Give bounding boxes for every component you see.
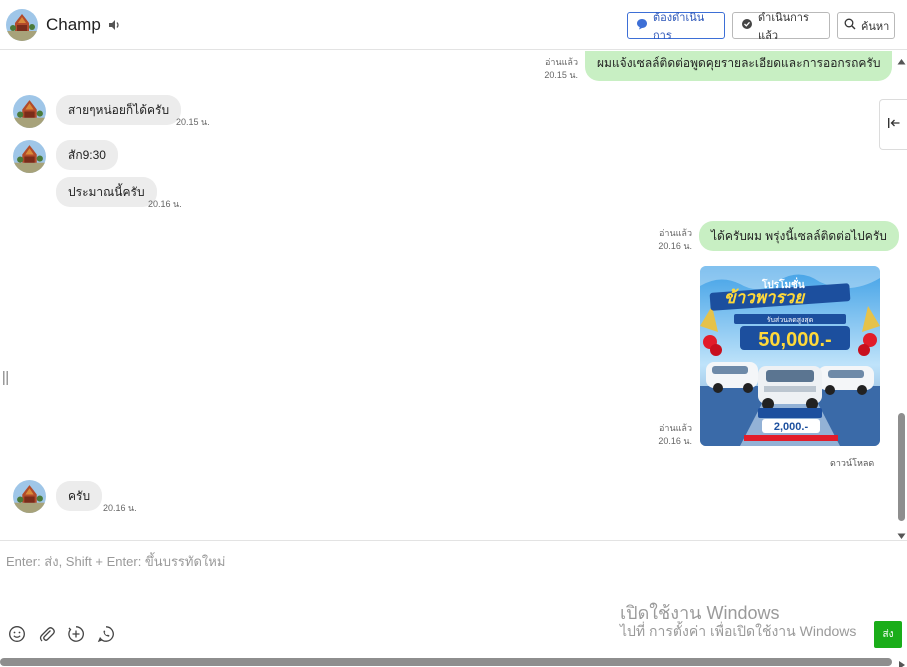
read-label: อ่านแล้ว (659, 228, 692, 238)
scroll-up-arrow[interactable] (897, 54, 906, 65)
message-text: ครับ (68, 489, 91, 503)
search-icon (844, 18, 856, 33)
sender-avatar[interactable] (13, 140, 46, 173)
done-button-label: ดำเนินการแล้ว (758, 11, 809, 42)
plus-circle-icon[interactable] (67, 625, 85, 643)
incoming-message[interactable]: สายๆหน่อยก็ได้ครับ (56, 95, 182, 125)
outgoing-message[interactable]: ผมแจ้งเซลล์ติดต่อพูดคุยรายละเอียดและการอ… (585, 51, 893, 81)
message-time: 20.16 น. (103, 503, 137, 513)
composer: เปิดใช้งาน Windows ไปที่ การตั้งค่า เพื่… (0, 540, 907, 657)
message-time: 20.16 น. (658, 436, 692, 446)
promotion-image[interactable]: โปรโมชั่น ข้าวพารวย รับส่วนลดสูงสุด 50,0… (700, 266, 880, 446)
contact-avatar[interactable] (6, 9, 38, 41)
message-text: สายๆหน่อยก็ได้ครับ (68, 103, 170, 117)
search-button[interactable]: ค้นหา (837, 12, 895, 39)
message-text: สัก9:30 (68, 148, 106, 162)
promo-headline: ข้าวพารวย (724, 288, 806, 307)
search-button-label: ค้นหา (861, 20, 890, 33)
chat-bubble-icon (636, 18, 648, 33)
collapse-panel-icon (887, 116, 901, 134)
read-receipt: อ่านแล้ว 20.16 น. (640, 422, 692, 448)
promo-subline: รับส่วนลดสูงสุด (767, 316, 814, 324)
incoming-message[interactable]: สัก9:30 (56, 140, 118, 170)
scroll-down-arrow[interactable] (897, 528, 906, 539)
chat-check-icon (741, 18, 753, 33)
contact-name: Champ (46, 15, 101, 34)
speaker-icon[interactable] (107, 18, 121, 32)
incoming-message[interactable]: ประมาณนี้ครับ (56, 177, 157, 207)
message-text: ประมาณนี้ครับ (68, 185, 145, 199)
read-label: อ่านแล้ว (545, 57, 578, 67)
promo-amount: 50,000.- (758, 329, 831, 351)
sender-avatar[interactable] (13, 480, 46, 513)
scrollbar-thumb[interactable] (898, 413, 905, 521)
read-receipt: อ่านแล้ว 20.16 น. (640, 227, 692, 253)
message-time: 20.15 น. (176, 117, 210, 127)
collapse-panel-toggle[interactable] (879, 99, 907, 150)
read-receipt: อ่านแล้ว 20.15 น. (530, 56, 578, 82)
message-text: ผมแจ้งเซลล์ติดต่อพูดคุยรายละเอียดและการอ… (597, 56, 881, 70)
paperclip-icon[interactable] (38, 625, 56, 643)
message-list[interactable]: ผมแจ้งเซลล์ติดต่อพูดคุยรายละเอียดและการอ… (0, 51, 907, 540)
todo-button-label: ต้องดำเนินการ (653, 11, 705, 42)
message-text: ได้ครับผม พรุ่งนี้เซลล์ติดต่อไปครับ (711, 229, 887, 243)
todo-button[interactable]: ต้องดำเนินการ (627, 12, 725, 42)
message-time: 20.16 น. (148, 199, 182, 209)
sender-avatar[interactable] (13, 95, 46, 128)
resize-handle[interactable] (3, 371, 9, 385)
chat-header: Champ ต้องดำเนินการ ดำเนินการแล้ว ค้นหา (0, 0, 907, 50)
whatsapp-icon[interactable] (97, 625, 115, 643)
read-label: อ่านแล้ว (659, 423, 692, 433)
windows-activation-subtitle: ไปที่ การตั้งค่า เพื่อเปิดใช้งาน Windows (620, 623, 857, 639)
promo-amount-small: 2,000.- (774, 421, 809, 433)
incoming-message[interactable]: ครับ (56, 481, 103, 511)
message-time: 20.15 น. (544, 70, 578, 80)
scroll-right-arrow[interactable] (897, 657, 906, 667)
emoji-icon[interactable] (8, 625, 26, 643)
message-time: 20.16 น. (658, 241, 692, 251)
chat-app: Champ ต้องดำเนินการ ดำเนินการแล้ว ค้นหา (0, 0, 907, 667)
outgoing-message[interactable]: ได้ครับผม พรุ่งนี้เซลล์ติดต่อไปครับ (699, 221, 899, 251)
horizontal-scrollbar[interactable] (0, 657, 907, 667)
send-button[interactable]: ส่ง (874, 621, 902, 648)
download-link[interactable]: ดาวน์โหลด (830, 456, 874, 470)
horizontal-scrollbar-thumb[interactable] (0, 658, 892, 666)
done-button[interactable]: ดำเนินการแล้ว (732, 12, 830, 42)
